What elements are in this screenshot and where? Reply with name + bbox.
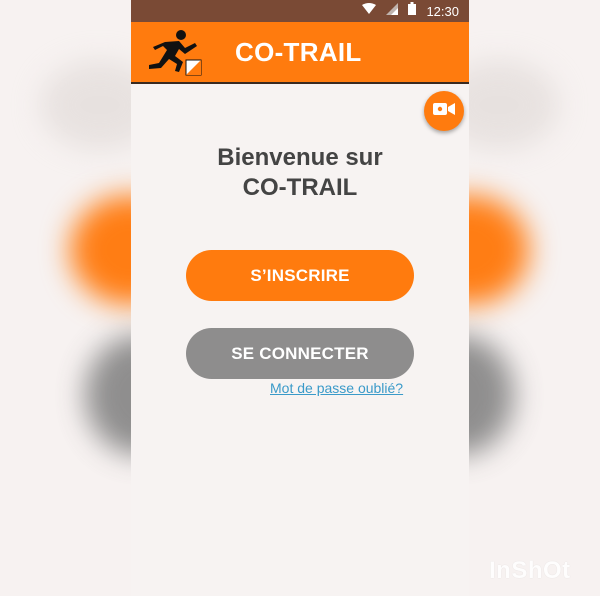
inshot-watermark: InShOt xyxy=(489,557,571,584)
signup-button[interactable]: S’INSCRIRE xyxy=(186,250,414,301)
app-title: CO-TRAIL xyxy=(235,37,362,67)
runner-logo xyxy=(145,28,203,76)
blurred-background-left xyxy=(0,0,131,596)
blurred-background-right xyxy=(469,0,600,596)
phone-screen: 12:30 CO-TRAIL Bienvenue sur CO-TRAIL S’… xyxy=(131,0,469,596)
app-bar: CO-TRAIL xyxy=(131,22,469,84)
welcome-line-1: Bienvenue sur xyxy=(217,144,383,171)
video-camera-icon xyxy=(433,102,455,121)
welcome-line-2: CO-TRAIL xyxy=(242,174,358,201)
status-bar: 12:30 xyxy=(131,0,469,22)
forgot-password-link[interactable]: Mot de passe oublié? xyxy=(270,380,403,396)
login-button[interactable]: SE CONNECTER xyxy=(186,328,414,379)
battery-icon xyxy=(408,2,417,20)
signal-icon xyxy=(386,2,399,20)
status-time: 12:30 xyxy=(426,3,459,19)
wifi-icon xyxy=(362,2,377,20)
video-button[interactable] xyxy=(424,91,464,131)
welcome-heading: Bienvenue sur CO-TRAIL xyxy=(131,143,469,203)
